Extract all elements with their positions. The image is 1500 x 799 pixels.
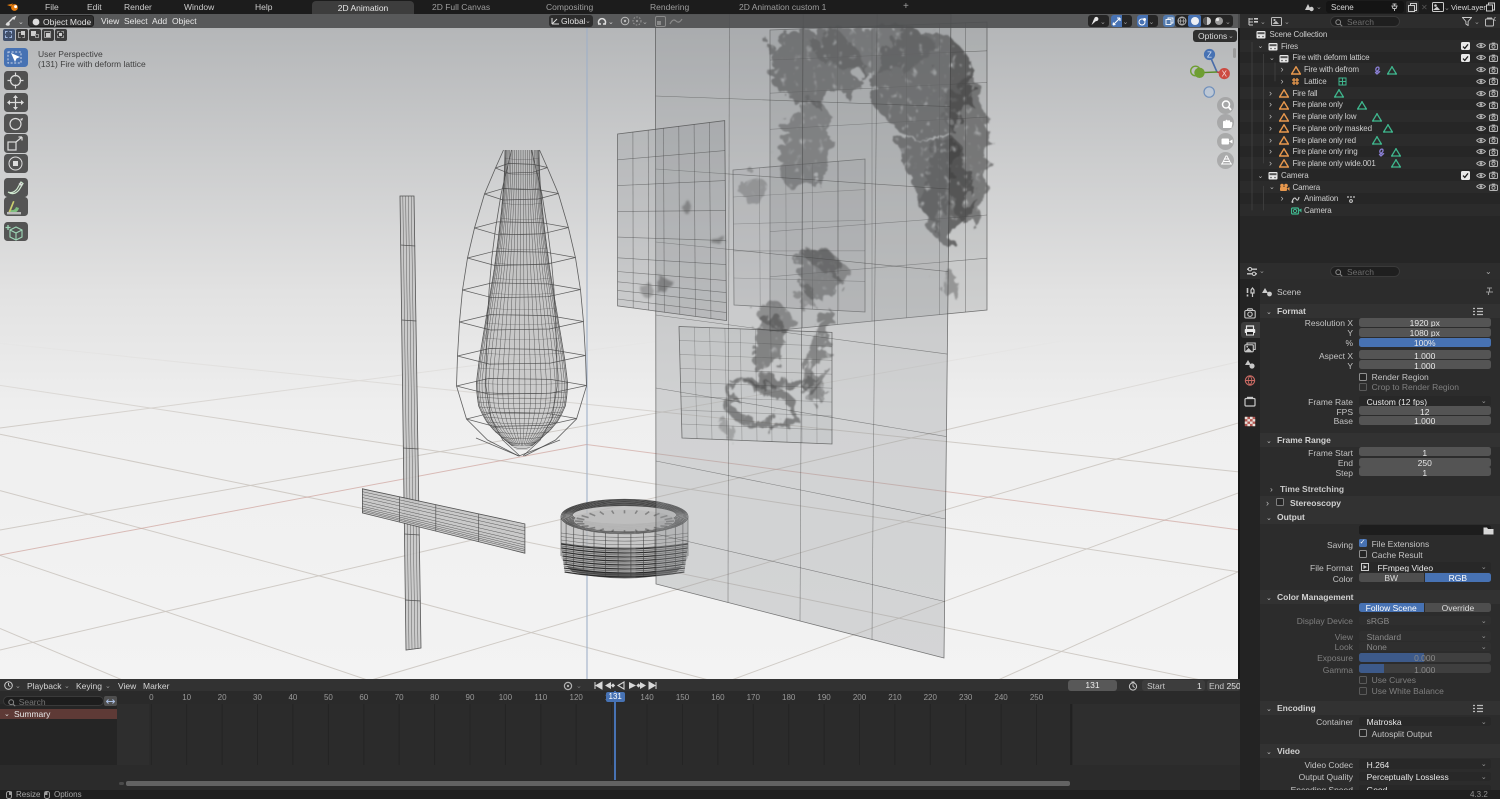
svg-text:X: X [1222,70,1228,79]
svg-text:Z: Z [1207,51,1212,60]
svg-text:0: 0 [1494,17,1496,23]
